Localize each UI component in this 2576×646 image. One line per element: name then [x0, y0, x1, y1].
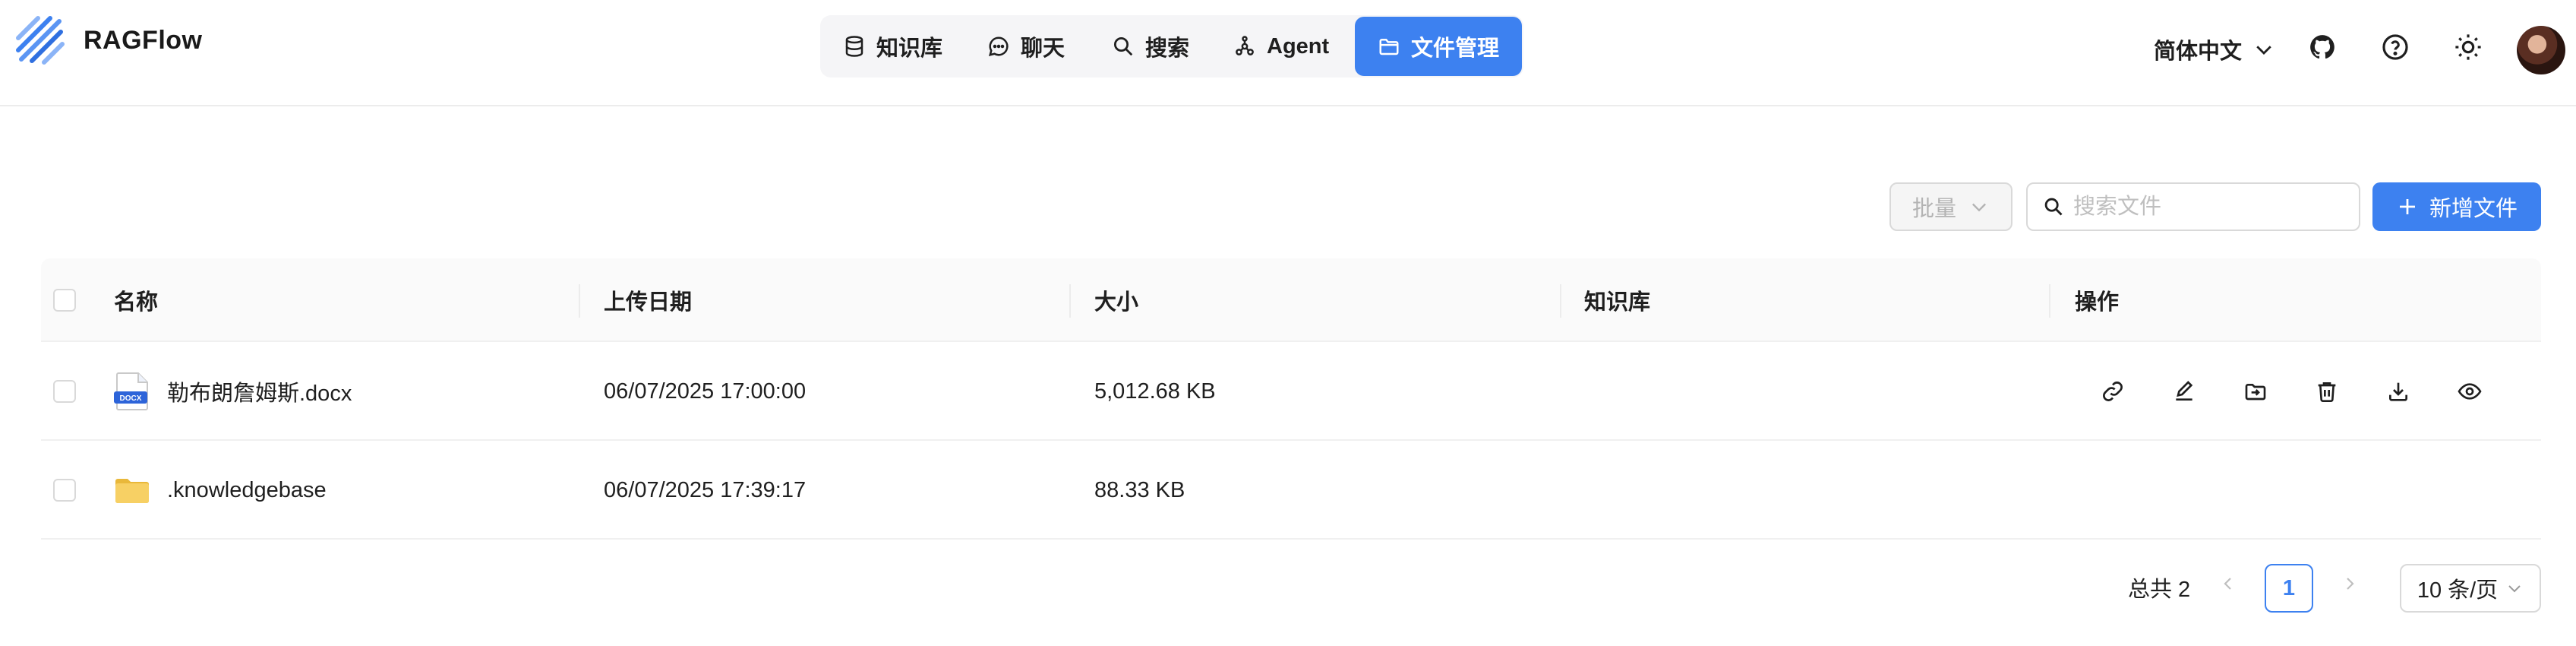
row-checkbox[interactable]	[53, 380, 76, 403]
column-header-name[interactable]: 名称	[114, 258, 158, 342]
app-name: RAGFlow	[84, 26, 203, 55]
preview-button[interactable]	[2456, 378, 2483, 405]
delete-icon	[2318, 382, 2336, 402]
next-page-button[interactable]	[2331, 565, 2368, 602]
nav-item-label: 搜索	[1145, 36, 1190, 61]
language-label: 简体中文	[2154, 40, 2243, 64]
column-header-actions: 操作	[2075, 290, 2120, 315]
folder-icon	[1379, 39, 1399, 55]
table-row[interactable]: DOCX 勒布朗詹姆斯.docx 06/07/2025 17:00:00 5,0…	[41, 342, 2541, 441]
file-name[interactable]: .knowledgebase	[167, 478, 327, 503]
file-name-cell[interactable]: DOCX 勒布朗詹姆斯.docx	[114, 342, 352, 441]
file-search-input[interactable]	[2073, 194, 2347, 220]
move-icon	[2245, 384, 2266, 401]
help-button[interactable]	[2379, 30, 2412, 64]
ragflow-logo[interactable]	[15, 15, 67, 67]
column-header-knowledge-base[interactable]: 知识库	[1584, 258, 1650, 342]
main-nav: 知识库 聊天 搜索 Agent 文件管理	[820, 15, 1523, 78]
column-divider[interactable]	[579, 284, 580, 318]
chevron-down-icon	[1972, 203, 1986, 212]
chevron-down-icon	[2256, 46, 2271, 55]
bulk-actions-button[interactable]: 批量	[1889, 182, 2012, 231]
language-selector[interactable]: 简体中文	[2154, 33, 2275, 65]
folder-icon	[115, 479, 149, 503]
add-file-label: 新增文件	[2429, 197, 2518, 221]
delete-button[interactable]	[2313, 378, 2341, 405]
theme-toggle-button[interactable]	[2451, 30, 2485, 64]
bulk-actions-label: 批量	[1911, 197, 1956, 221]
rename-button[interactable]	[2170, 378, 2198, 405]
column-divider[interactable]	[1560, 284, 1561, 318]
agent-graph-icon	[1236, 36, 1254, 55]
download-icon	[2389, 382, 2407, 401]
help-icon	[2382, 34, 2408, 60]
search-icon	[2044, 198, 2063, 216]
chevron-down-icon	[2508, 585, 2521, 593]
nav-item-file-management[interactable]: 文件管理	[1355, 17, 1522, 76]
user-avatar[interactable]	[2517, 26, 2565, 74]
row-actions	[2099, 342, 2527, 441]
search-icon	[1114, 37, 1133, 56]
row-checkbox[interactable]	[53, 479, 76, 502]
plus-icon	[2399, 199, 2415, 214]
chevron-left-icon	[2224, 578, 2231, 590]
size-cell: 5,012.68 KB	[1094, 378, 1216, 404]
github-button[interactable]	[2306, 30, 2339, 64]
page-size-selector[interactable]: 10 条/页	[2400, 564, 2541, 613]
nav-item-knowledge-base[interactable]: 知识库	[843, 17, 942, 76]
nav-item-label: 聊天	[1021, 36, 1065, 61]
chat-icon	[988, 36, 1009, 57]
page-number-current[interactable]: 1	[2265, 564, 2313, 613]
select-all-checkbox[interactable]	[53, 289, 76, 312]
column-divider[interactable]	[2049, 284, 2050, 318]
sun-icon	[2455, 34, 2481, 60]
nav-item-label: 文件管理	[1411, 36, 1500, 61]
eye-icon	[2458, 383, 2482, 400]
file-type-badge: DOCX	[120, 394, 142, 403]
nav-item-search[interactable]: 搜索	[1112, 17, 1189, 76]
column-header-size[interactable]: 大小	[1094, 258, 1138, 342]
link-to-kb-button[interactable]	[2099, 378, 2126, 405]
add-file-button[interactable]: 新增文件	[2372, 182, 2541, 231]
chevron-right-icon	[2347, 578, 2354, 590]
table-header: 名称 上传日期 大小 知识库 操作	[41, 258, 2541, 342]
database-icon	[845, 36, 863, 57]
table-row[interactable]: .knowledgebase 06/07/2025 17:39:17 88.33…	[41, 441, 2541, 540]
nav-item-label: 知识库	[876, 36, 943, 61]
link-icon	[2103, 382, 2123, 401]
edit-icon	[2176, 381, 2193, 401]
upload-date-cell: 06/07/2025 17:00:00	[604, 378, 807, 404]
file-name[interactable]: 勒布朗詹姆斯.docx	[167, 375, 352, 407]
move-button[interactable]	[2242, 378, 2269, 405]
upload-date-cell: 06/07/2025 17:39:17	[604, 477, 807, 502]
column-header-upload-date[interactable]: 上传日期	[604, 258, 692, 342]
previous-page-button[interactable]	[2210, 565, 2246, 602]
nav-item-agent[interactable]: Agent	[1233, 17, 1329, 76]
nav-item-label: Agent	[1267, 33, 1330, 59]
pagination-total: 总共 2	[2128, 578, 2191, 602]
download-button[interactable]	[2385, 378, 2412, 405]
file-name-cell[interactable]: .knowledgebase	[114, 441, 327, 540]
column-divider[interactable]	[1069, 284, 1071, 318]
file-search-box	[2026, 182, 2360, 231]
docx-file-icon: DOCX	[114, 372, 148, 410]
size-cell: 88.33 KB	[1094, 477, 1185, 502]
file-table: 名称 上传日期 大小 知识库 操作 DOCX 勒布朗詹姆斯.docx 06/07…	[41, 258, 2541, 540]
page-size-label: 10 条/页	[2417, 578, 2499, 603]
top-header: RAGFlow 知识库 聊天 搜索 Agent 文件管理 简体中文	[0, 0, 2576, 106]
github-icon	[2310, 35, 2334, 59]
nav-item-chat[interactable]: 聊天	[987, 17, 1065, 76]
